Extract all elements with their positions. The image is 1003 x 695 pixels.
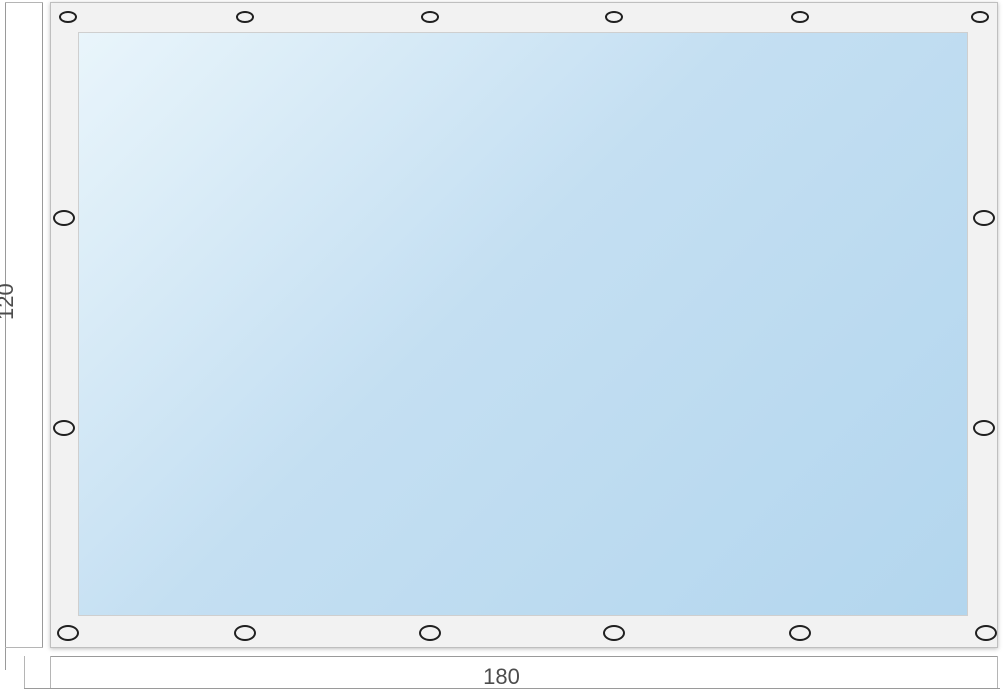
grommet-bottom-1 [234, 625, 256, 641]
grommet-left-0 [53, 210, 75, 226]
grommet-top-3 [605, 11, 623, 23]
grommet-top-5 [971, 11, 989, 23]
grommet-bottom-0 [57, 625, 79, 641]
grommet-bottom-4 [789, 625, 811, 641]
dim-height-label: 120 [0, 283, 19, 320]
dim-horizontal-line-inner [50, 656, 998, 657]
grommet-top-4 [791, 11, 809, 23]
dim-width-label: 180 [0, 664, 1003, 690]
dim-vertical-tick-top [5, 2, 43, 3]
grommet-right-1 [973, 420, 995, 436]
dim-vertical-line-inner [42, 2, 43, 648]
grommet-right-0 [973, 210, 995, 226]
dim-vertical-line-outer [5, 2, 6, 670]
grommet-top-1 [236, 11, 254, 23]
tarp-inner-sheet [78, 32, 968, 616]
grommet-left-1 [53, 420, 75, 436]
grommet-bottom-3 [603, 625, 625, 641]
diagram-stage: 120 180 [0, 0, 1003, 695]
grommet-top-2 [421, 11, 439, 23]
dim-vertical-tick-bottom [5, 647, 43, 648]
grommet-bottom-5 [975, 625, 997, 641]
grommet-bottom-2 [419, 625, 441, 641]
grommet-top-0 [59, 11, 77, 23]
